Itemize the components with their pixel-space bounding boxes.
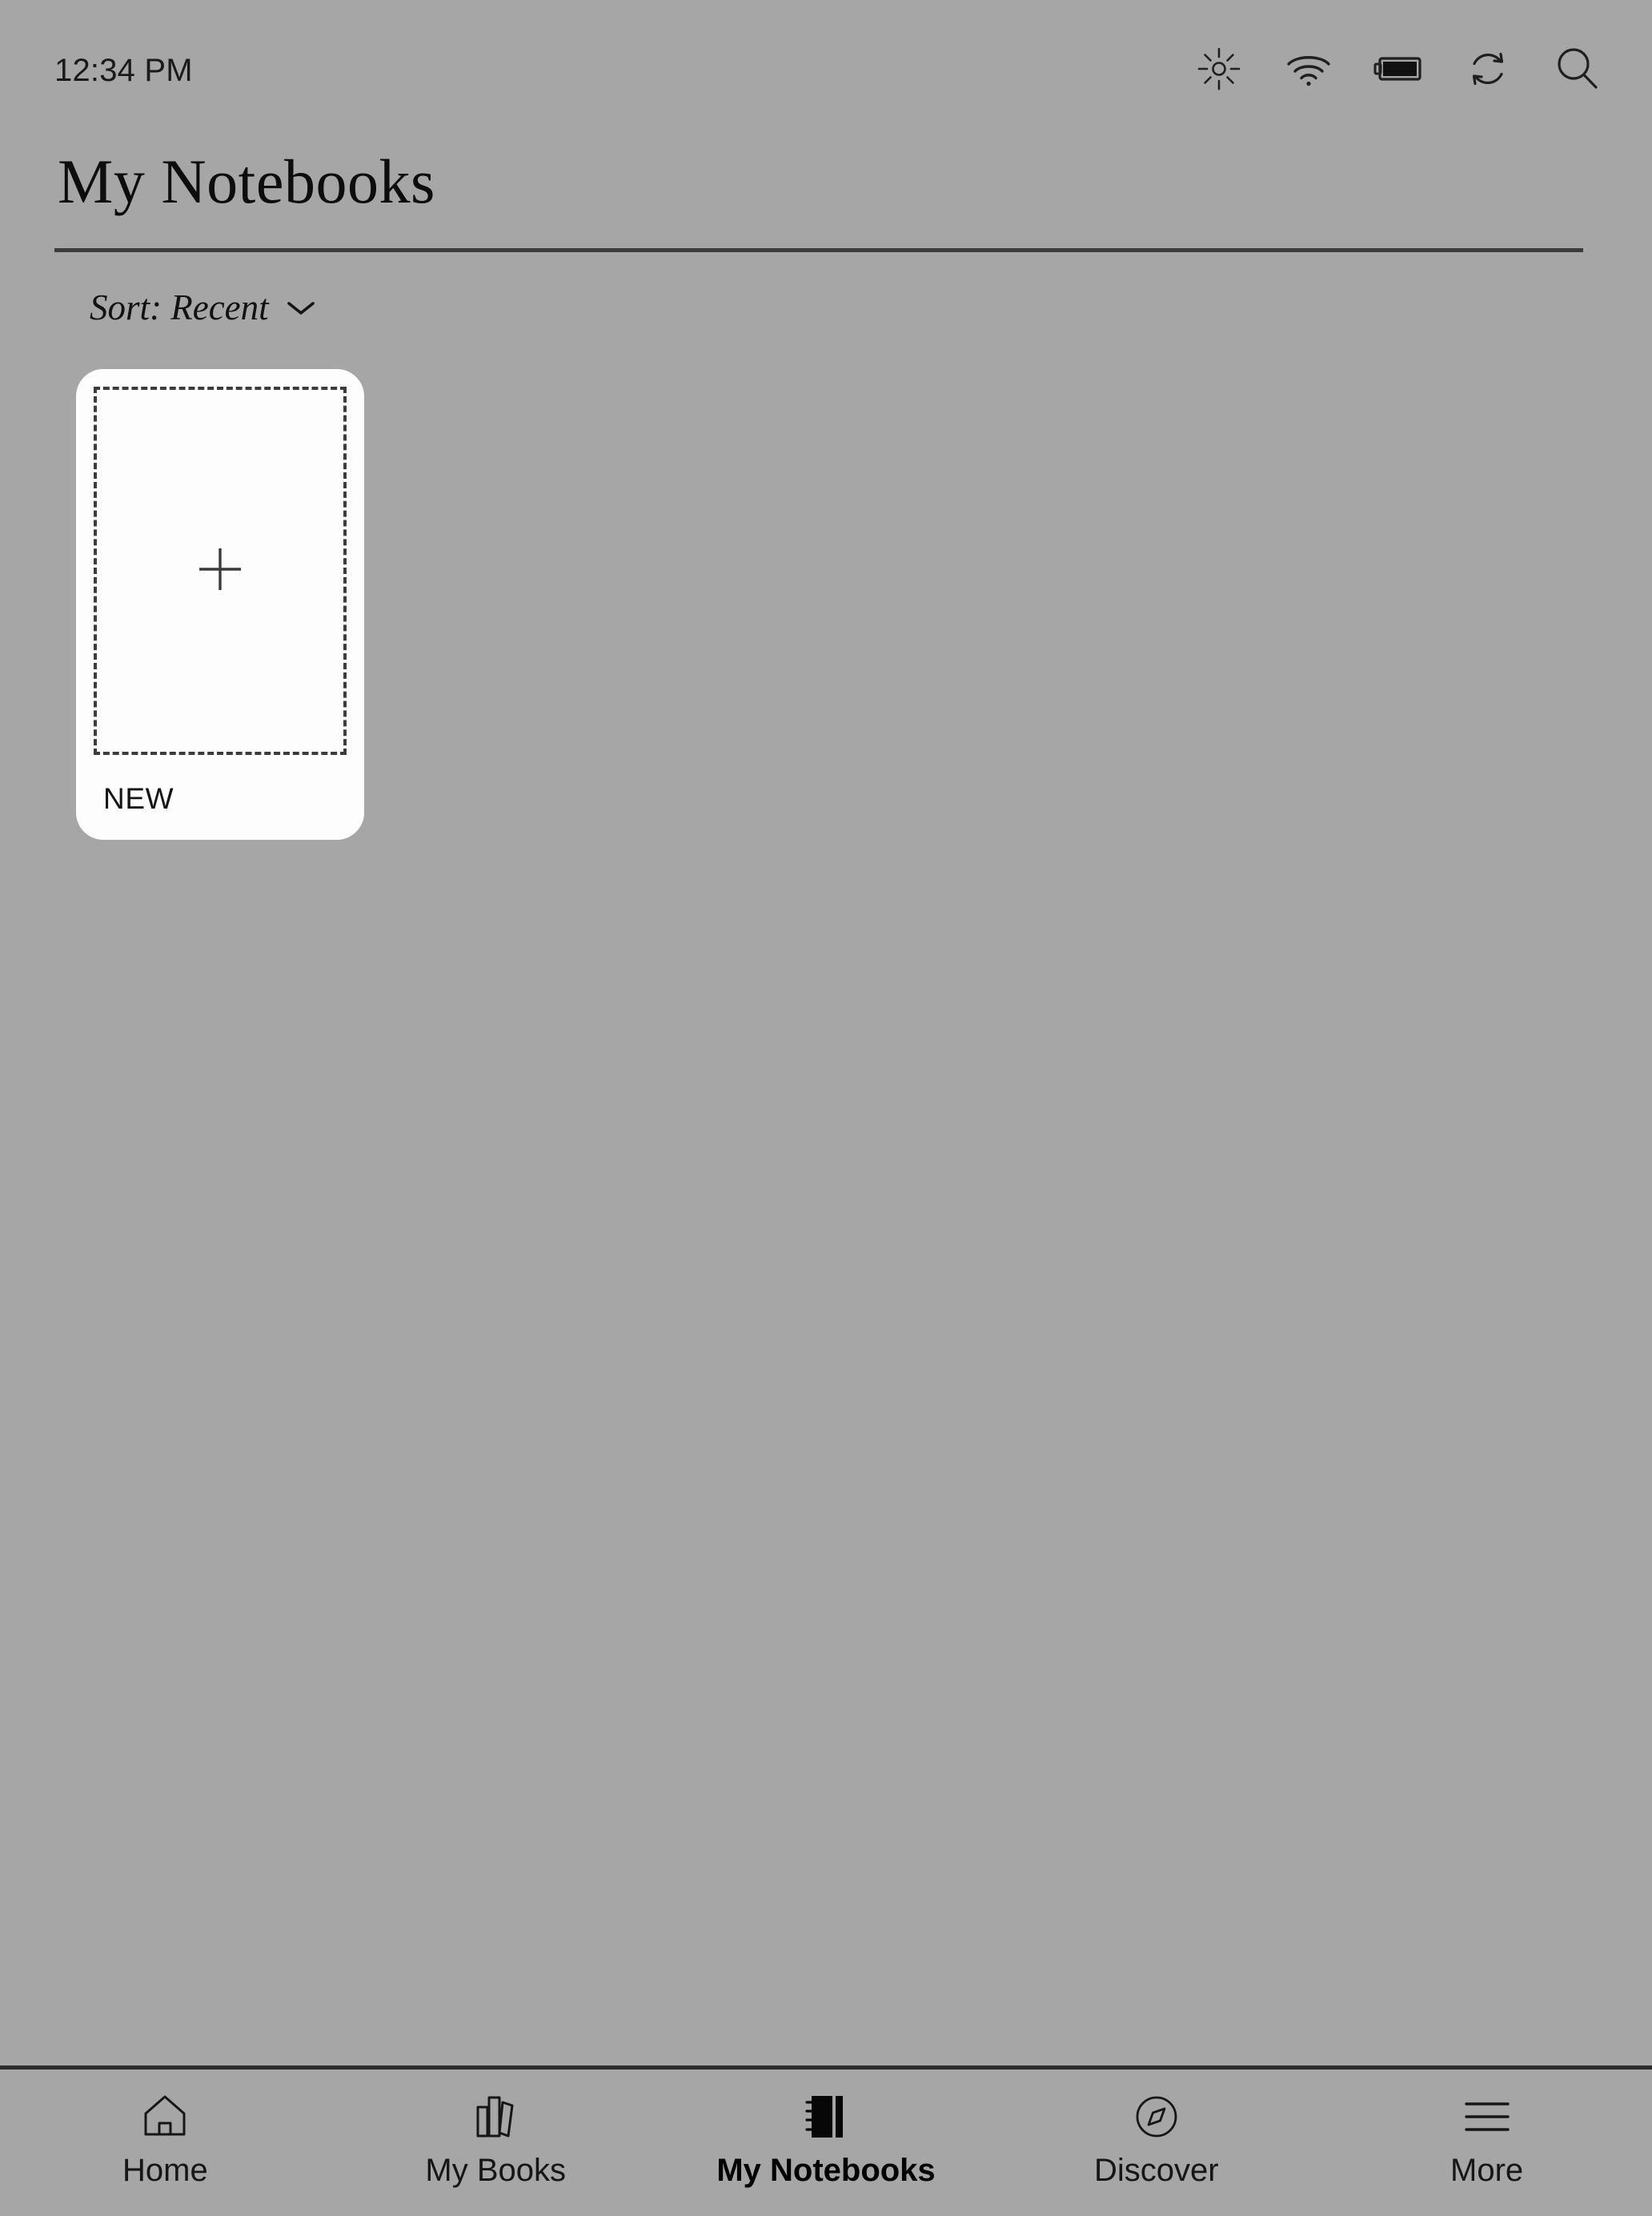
sort-control[interactable]: Sort: Recent xyxy=(0,252,317,326)
status-bar: 12:34 PM xyxy=(0,0,1652,138)
status-time: 12:34 PM xyxy=(54,53,193,88)
compass-icon xyxy=(1134,2092,1179,2142)
nav-label-more: More xyxy=(1450,2153,1524,2188)
notebook-icon xyxy=(803,2092,849,2142)
nav-item-my-notebooks[interactable]: My Notebooks xyxy=(661,2069,992,2186)
new-notebook-card[interactable]: NEW xyxy=(76,369,364,840)
nav-label-home: Home xyxy=(122,2153,208,2188)
new-notebook-dropzone[interactable] xyxy=(94,387,347,755)
battery-icon[interactable] xyxy=(1373,44,1423,94)
nav-item-more[interactable]: More xyxy=(1321,2069,1652,2186)
notebook-grid: NEW xyxy=(0,326,1652,2065)
sync-icon[interactable] xyxy=(1463,44,1513,94)
nav-label-discover: Discover xyxy=(1093,2153,1219,2188)
nav-item-my-books[interactable]: My Books xyxy=(331,2069,661,2186)
sort-label: Sort: Recent xyxy=(90,287,269,327)
page-header: My Notebooks xyxy=(0,138,1652,252)
nav-item-discover[interactable]: Discover xyxy=(991,2069,1321,2186)
eink-reader-screen: 12:34 PM My Notebooks Sort: Recent NEW H… xyxy=(0,0,1652,2216)
page-title: My Notebooks xyxy=(58,147,435,216)
home-icon xyxy=(142,2092,188,2142)
nav-label-my-notebooks: My Notebooks xyxy=(716,2153,936,2188)
bottom-navigation: Home My Books My Notebooks Discover More xyxy=(0,2065,1652,2216)
search-icon[interactable] xyxy=(1553,44,1602,94)
brightness-icon[interactable] xyxy=(1194,44,1244,94)
wifi-icon[interactable] xyxy=(1284,44,1333,94)
plus-icon xyxy=(194,544,246,599)
books-icon xyxy=(472,2092,519,2142)
status-icon-group xyxy=(1194,44,1610,94)
chevron-down-icon xyxy=(285,299,317,322)
new-notebook-label: NEW xyxy=(103,782,174,815)
hamburger-icon xyxy=(1463,2092,1511,2142)
nav-item-home[interactable]: Home xyxy=(0,2069,331,2186)
nav-label-my-books: My Books xyxy=(425,2153,566,2188)
